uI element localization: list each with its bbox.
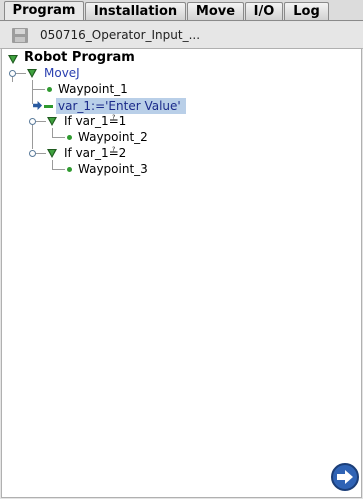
tree-connector [36, 153, 46, 154]
tree-node-if-2[interactable]: If var_1≟2 [64, 145, 126, 161]
tree-node-movej[interactable]: MoveJ [44, 65, 80, 81]
program-tree: Robot Program MoveJ Waypoint_1 var_1:='E… [1, 48, 362, 498]
tree-connector [52, 169, 65, 170]
assignment-icon [44, 105, 53, 108]
collapse-triangle-icon[interactable] [47, 149, 57, 158]
tree-knob-icon[interactable] [9, 70, 16, 77]
tab-bar: Program Installation Move I/O Log [0, 0, 363, 21]
waypoint-dot-icon [67, 167, 72, 172]
tree-node-waypoint-1[interactable]: Waypoint_1 [58, 81, 128, 97]
tree-connector [36, 121, 46, 122]
floppy-label [15, 37, 25, 42]
tab-program[interactable]: Program [4, 1, 84, 21]
program-filename: 050716_Operator_Input_... [40, 28, 201, 42]
tree-node-waypoint-3[interactable]: Waypoint_3 [78, 161, 148, 177]
tree-node-if-1[interactable]: If var_1≟1 [64, 113, 126, 129]
tree-connector [12, 77, 13, 82]
arrow-right-icon [337, 470, 353, 484]
tree-connector [52, 160, 53, 169]
tree-connector [52, 137, 65, 138]
tree-connector [32, 89, 45, 90]
tab-log[interactable]: Log [284, 2, 329, 20]
tree-connector [16, 73, 26, 74]
next-button[interactable] [331, 463, 359, 491]
floppy-shutter [15, 29, 25, 34]
tree-node-waypoint-2[interactable]: Waypoint_2 [78, 129, 148, 145]
file-bar: 050716_Operator_Input_... [0, 22, 363, 49]
tab-io[interactable]: I/O [245, 2, 283, 20]
tree-knob-icon[interactable] [29, 118, 36, 125]
tab-divider [0, 20, 363, 21]
tree-connector [32, 125, 33, 149]
tab-installation[interactable]: Installation [85, 2, 186, 20]
collapse-triangle-icon[interactable] [27, 69, 37, 78]
collapse-triangle-icon[interactable] [8, 55, 18, 64]
tree-connector [52, 128, 53, 137]
current-line-arrow-icon [33, 101, 43, 110]
waypoint-dot-icon [47, 87, 52, 92]
tree-knob-icon[interactable] [29, 150, 36, 157]
waypoint-dot-icon [67, 135, 72, 140]
floppy-disk-icon[interactable] [12, 28, 28, 43]
tree-root-robot-program[interactable]: Robot Program [24, 50, 135, 66]
tab-move[interactable]: Move [187, 2, 244, 20]
collapse-triangle-icon[interactable] [47, 117, 57, 126]
tree-node-assignment[interactable]: var_1:='Enter Value' [58, 98, 181, 114]
